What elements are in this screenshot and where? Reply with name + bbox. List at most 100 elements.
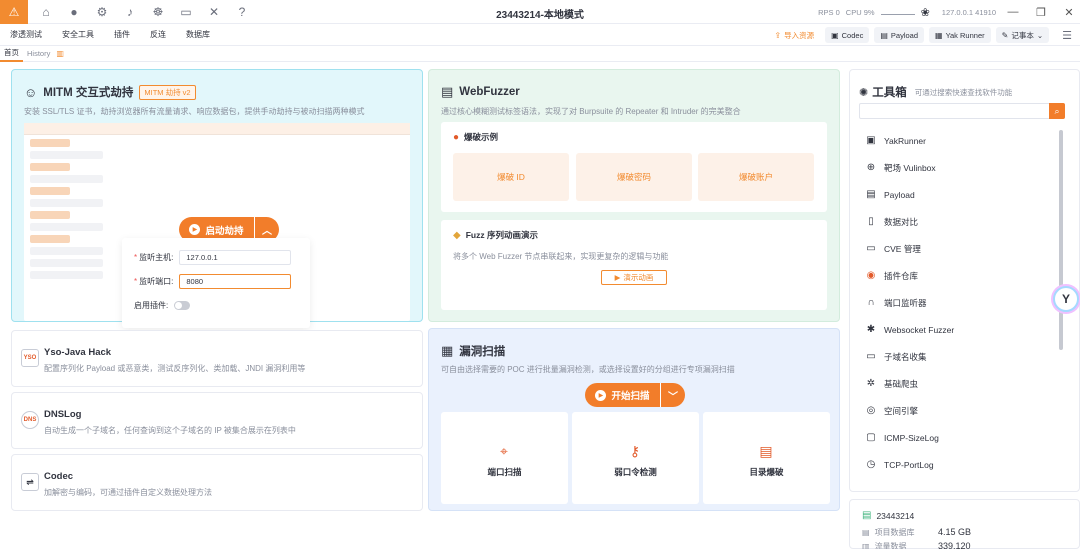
bug-icon[interactable]: ☸ (146, 0, 170, 24)
compare-icon: ▯ (868, 215, 874, 227)
tool-vulinbox[interactable]: ⊕ 靶场 Vulinbox (859, 154, 1059, 181)
host-label: 监听主机: (139, 253, 174, 262)
cpu-sparkline (880, 9, 915, 15)
yakit-logo-icon[interactable]: ⚠ (0, 0, 28, 24)
import-icon: ⇪ (774, 30, 782, 40)
title-bar: ⚠ ⌂ ● ⚙ ♪ ☸ ▭ ✕ ? 23443214-本地模式 RPS 0 CP… (0, 0, 1080, 24)
codec-button[interactable]: ▣ Codec (825, 27, 870, 43)
scan-title: 漏洞扫描 (459, 346, 506, 358)
page-tabs: 首页 History ▥ (0, 46, 1080, 62)
brute-examples-panel: ● 爆破示例 爆破 ID 爆破密码 爆破账户 (441, 122, 827, 212)
plugin-store-icon: ◉ (866, 269, 876, 281)
close-icon[interactable]: ✕ (1058, 6, 1080, 19)
notepad-button[interactable]: ✎ 记事本 ⌄ (995, 27, 1050, 43)
brute-password-button[interactable]: 爆破密码 (576, 153, 692, 201)
codec-icon: ▣ (831, 30, 839, 40)
payload-button[interactable]: ▤ Payload (874, 27, 924, 43)
rps-readout: RPS 0 (818, 7, 840, 17)
chevron-down-icon[interactable]: ﹀ (661, 388, 685, 403)
codec-icon: ⇌ (21, 473, 39, 491)
dns-icon: DNS (21, 411, 39, 429)
tab-history[interactable]: History (23, 49, 54, 58)
mitm-config-popover: * 监听主机: 127.0.0.1 * 监听端口: 8080 启用插件: (122, 238, 310, 328)
tool-yakrunner[interactable]: ▣ YakRunner (859, 127, 1059, 154)
tool-data-compare[interactable]: ▯ 数据对比 (859, 208, 1059, 235)
tool-port-listener[interactable]: ∩ 端口监听器 (859, 289, 1059, 316)
globe-icon: ◎ (866, 404, 876, 416)
tool-plugin-store[interactable]: ◉ 插件仓库 (859, 262, 1059, 289)
headphones-icon: ∩ (867, 296, 875, 308)
layout-icon[interactable]: ☰ (1062, 29, 1072, 42)
port-label: 监听端口: (139, 277, 174, 286)
tool-websocket-fuzzer[interactable]: ✱ Websocket Fuzzer (859, 316, 1059, 343)
tool-subdomain[interactable]: ▭ 子域名收集 (859, 343, 1059, 370)
help-icon[interactable]: ? (230, 0, 254, 24)
settings-icon[interactable]: ⚙ (90, 0, 114, 24)
maximize-icon[interactable]: ❐ (1030, 6, 1052, 19)
dnslog-card[interactable]: DNS DNSLog 自动生成一个子域名，任何查询到这个子域名的 IP 被集合展… (11, 392, 423, 449)
brute-id-button[interactable]: 爆破 ID (453, 153, 569, 201)
play-icon: ▶ (189, 224, 201, 235)
tool-space-engine[interactable]: ◎ 空间引擎 (859, 397, 1059, 424)
weak-password-tile[interactable]: ⚷ 弱口令检测 (572, 412, 699, 504)
yso-java-card[interactable]: YSO Yso-Java Hack 配置序列化 Payload 或恶意类，测试反… (11, 330, 423, 387)
codec-card[interactable]: ⇌ Codec 加解密与编码，可通过插件自定义数据处理方法 (11, 454, 423, 511)
engine-icon[interactable]: ❀ (921, 6, 930, 19)
notepad-icon: ✎ (1001, 30, 1009, 40)
history-icon[interactable]: ▥ (54, 49, 64, 58)
toolbox-scrollbar[interactable] (1059, 130, 1063, 350)
tool-crawler[interactable]: ✲ 基础爬虫 (859, 370, 1059, 397)
java-icon: YSO (21, 349, 39, 367)
menu-database[interactable]: 数据库 (176, 29, 220, 40)
host-input[interactable]: 127.0.0.1 (179, 250, 292, 265)
menu-reverse[interactable]: 反连 (140, 29, 176, 40)
home-icon[interactable]: ⌂ (34, 0, 58, 24)
plugin-toggle[interactable] (174, 301, 191, 310)
menu-security-tools[interactable]: 安全工具 (52, 29, 104, 40)
fire-icon: ● (453, 131, 460, 143)
webfuzzer-description: 通过核心模糊测试标签语法，实现了对 Burpsuite 的 Repeater 和… (441, 107, 741, 116)
toolbox-search-input[interactable]: ⌕ (859, 103, 1065, 119)
port-input[interactable]: 8080 (179, 274, 292, 289)
chevron-up-icon[interactable]: ︿ (255, 222, 279, 237)
directory-icon: ▤ (759, 443, 773, 459)
key-icon: ⚷ (629, 443, 641, 459)
tools-icon[interactable]: ✕ (202, 0, 226, 24)
scan-icon: ▦ (441, 343, 454, 358)
chevron-down-icon: ⌄ (1036, 30, 1044, 40)
tool-icmp-sizelog[interactable]: ▢ ICMP-SizeLog (859, 424, 1059, 451)
spider-icon: ✲ (866, 377, 876, 389)
tool-payload[interactable]: ▤ Payload (859, 181, 1059, 208)
import-resource-button[interactable]: ⇪ 导入资源 (768, 27, 820, 43)
yak-runner-button[interactable]: ▦ Yak Runner (929, 27, 991, 43)
menu-pentest[interactable]: 渗透测试 (0, 29, 52, 40)
project-info-card: ▤ 23443214 ▤ 项目数据库 4.15 GB ▥ 流量数据 339,120 (849, 499, 1080, 549)
mitm-v2-badge[interactable]: MITM 劫持 v2 (139, 84, 196, 100)
yak-assistant-icon[interactable]: Y (1053, 286, 1079, 312)
search-icon[interactable]: ⌕ (1049, 103, 1065, 119)
main-menu: 渗透测试 安全工具 插件 反连 数据库 ⇪ 导入资源 ▣ Codec ▤ Payloa… (0, 24, 1080, 46)
mitm-title: MITM 交互式劫持 (43, 87, 134, 99)
vuln-scan-card[interactable]: ▦ 漏洞扫描 可自由选择需要的 POC 进行批量漏洞检测，或选择设置好的分组进行… (428, 328, 840, 511)
tool-cve[interactable]: ▭ CVE 管理 (859, 235, 1059, 262)
project-name: 23443214 (876, 510, 915, 521)
dnslog-title: DNSLog (44, 409, 82, 420)
fuzz-sequence-description: 将多个 Web Fuzzer 节点串联起来，实现更复杂的逻辑与功能 (453, 252, 669, 261)
brute-account-button[interactable]: 爆破账户 (698, 153, 814, 201)
port-scan-tile[interactable]: ⌖ 端口扫描 (441, 412, 568, 504)
user-avatar-icon[interactable]: ● (62, 0, 86, 24)
bell-icon[interactable]: ♪ (118, 0, 142, 24)
icmp-icon: ▢ (866, 431, 876, 443)
minimize-icon[interactable]: — (1002, 6, 1024, 18)
websocket-icon: ✱ (866, 323, 876, 335)
start-scan-button[interactable]: ▶ 开始扫描 ﹀ (585, 383, 685, 407)
terminal-icon[interactable]: ▭ (174, 0, 198, 24)
payload-icon: ▤ (866, 188, 876, 200)
menu-plugins[interactable]: 插件 (104, 29, 140, 40)
dir-brute-tile[interactable]: ▤ 目录爆破 (703, 412, 830, 504)
tool-tcp-portlog[interactable]: ◷ TCP-PortLog (859, 451, 1059, 478)
demo-animation-button[interactable]: ▶ 演示动画 (601, 270, 667, 285)
terminal-icon: ▣ (866, 134, 876, 146)
tab-home[interactable]: 首页 (0, 46, 23, 62)
webfuzzer-card[interactable]: ▤ WebFuzzer 通过核心模糊测试标签语法，实现了对 Burpsuite … (428, 69, 840, 322)
